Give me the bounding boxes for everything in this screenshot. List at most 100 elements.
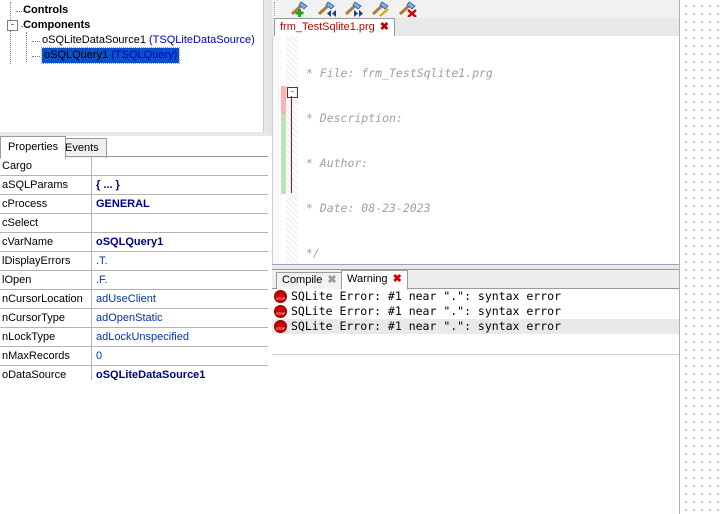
tree-elbow [16, 11, 24, 12]
property-row[interactable]: lDisplayErrors .T. [0, 252, 268, 271]
tree-item-osqlquery1[interactable]: oSQLQuery1 (TSQLQuery) [6, 47, 268, 64]
property-row[interactable]: cVarName oSQLQuery1 [0, 233, 268, 252]
object-tree-panel[interactable]: Controls - Components oSQLiteDataSource1… [0, 0, 268, 132]
property-name: cProcess [0, 195, 92, 213]
stop-icon [274, 290, 287, 307]
stop-icon [274, 320, 287, 337]
tab-label: frm_TestSqlite1.prg [280, 21, 375, 33]
property-value[interactable]: .F. [92, 271, 268, 289]
tab-label: Compile [282, 274, 323, 286]
code-token: * Description: [299, 111, 403, 125]
code-text[interactable]: * File: frm_TestSqlite1.prg * Descriptio… [299, 36, 680, 264]
collapse-box-icon[interactable]: - [7, 19, 18, 31]
property-row[interactable]: nCursorType adOpenStatic [0, 309, 268, 328]
property-row[interactable]: cSelect [0, 214, 268, 233]
editor-toolbar[interactable] [272, 0, 679, 19]
property-value[interactable]: GENERAL [92, 195, 268, 213]
output-tabstrip[interactable]: Compile ✖ Warning ✖ [272, 270, 679, 290]
close-icon[interactable]: ✖ [393, 273, 402, 285]
tab-frm-testsqlite1-prg[interactable]: frm_TestSqlite1.prg ✖ [274, 18, 395, 38]
property-name: lDisplayErrors [0, 252, 92, 270]
property-row[interactable]: Cargo [0, 157, 268, 176]
tree-item-name: oSQLiteDataSource1 [42, 34, 146, 46]
tab-label: Warning [347, 273, 388, 285]
property-value[interactable]: 0 [92, 347, 268, 365]
property-value[interactable] [92, 157, 268, 175]
tab-properties[interactable]: Properties [0, 136, 67, 159]
code-line: */ [299, 246, 680, 261]
output-message: SQLite Error: #1 near ".": syntax error [291, 319, 562, 333]
tree-node-label: Controls [23, 4, 69, 16]
property-value[interactable] [92, 214, 268, 232]
output-row[interactable]: SQLite Error: #1 near ".": syntax error [272, 304, 679, 322]
output-row[interactable]: SQLite Error: #1 near ".": syntax error [272, 319, 679, 337]
tree-node-components[interactable]: - Components [6, 18, 268, 33]
code-line: * File: frm_TestSqlite1.prg [299, 66, 680, 81]
property-row[interactable]: lOpen .F. [0, 271, 268, 290]
property-name: Cargo [0, 157, 92, 175]
property-tabstrip[interactable]: Properties Events [0, 136, 272, 159]
wand-next-icon[interactable] [344, 1, 366, 17]
output-row[interactable]: SQLite Error: #1 near ".": syntax error [272, 289, 679, 307]
property-value[interactable]: adOpenStatic [92, 309, 268, 327]
close-icon[interactable]: ✖ [327, 274, 336, 286]
object-tree[interactable]: Controls - Components oSQLiteDataSource1… [0, 0, 268, 64]
left-empty-area [0, 380, 272, 514]
property-row[interactable]: nCursorLocation adUseClient [0, 290, 268, 309]
tree-elbow [21, 26, 25, 27]
tree-node-controls[interactable]: Controls [6, 3, 268, 18]
fold-scope-line [291, 96, 292, 193]
property-name: cVarName [0, 233, 92, 251]
left-panel: Controls - Components oSQLiteDataSource1… [0, 0, 272, 514]
property-value[interactable]: .T. [92, 252, 268, 270]
tree-item-selected[interactable]: oSQLQuery1 (TSQLQuery) [40, 47, 181, 64]
editor-fold-margin[interactable] [286, 36, 298, 264]
editor-tabstrip[interactable]: frm_TestSqlite1.prg ✖ [272, 18, 679, 38]
property-name: nCursorType [0, 309, 92, 327]
property-grid[interactable]: Cargo aSQLParams { ... } cProcess GENERA… [0, 156, 268, 385]
tree-item-type: (TSQLiteDataSource) [149, 34, 255, 46]
property-row[interactable]: nMaxRecords 0 [0, 347, 268, 366]
code-editor[interactable]: - * File: frm_TestSqlite1.prg * Descript… [272, 36, 680, 264]
property-name: nLockType [0, 328, 92, 346]
stop-icon [274, 305, 287, 322]
tab-compile[interactable]: Compile ✖ [276, 272, 343, 289]
code-line: * Description: [299, 111, 680, 126]
property-value[interactable]: oSQLQuery1 [92, 233, 268, 251]
property-value[interactable]: adLockUnspecified [92, 328, 268, 346]
property-row[interactable]: aSQLParams { ... } [0, 176, 268, 195]
toolbar-grip[interactable] [274, 2, 278, 16]
property-row[interactable]: cProcess GENERAL [0, 195, 268, 214]
wand-edit-icon[interactable] [371, 1, 393, 17]
wand-delete-icon[interactable] [398, 1, 420, 17]
close-icon[interactable]: ✖ [380, 21, 389, 33]
tree-node-label: Components [23, 19, 91, 31]
property-name: nCursorLocation [0, 290, 92, 308]
tree-item-name: oSQLQuery1 [44, 49, 109, 61]
tree-item-osqlitedatasource1[interactable]: oSQLiteDataSource1 (TSQLiteDataSource) [6, 33, 268, 48]
tree-item-type: (TSQLQuery) [111, 49, 178, 61]
property-name: cSelect [0, 214, 92, 232]
tree-expander-components[interactable]: - [6, 18, 20, 33]
property-value[interactable]: adUseClient [92, 290, 268, 308]
property-value[interactable]: { ... } [92, 176, 268, 194]
code-line: * Date: 08-23-2023 [299, 201, 680, 216]
output-message: SQLite Error: #1 near ".": syntax error [291, 289, 562, 303]
output-message: SQLite Error: #1 near ".": syntax error [291, 304, 562, 318]
property-row[interactable]: nLockType adLockUnspecified [0, 328, 268, 347]
code-token: * File: frm_TestSqlite1.prg [299, 66, 493, 80]
output-panel: Compile ✖ Warning ✖ SQLite Error: #1 near … [272, 269, 679, 355]
wand-add-icon[interactable] [290, 1, 312, 17]
app-window: Controls - Components oSQLiteDataSource1… [0, 0, 725, 514]
wand-prev-icon[interactable] [317, 1, 339, 17]
code-token: * Date: 08-23-2023 [299, 201, 431, 215]
property-name: aSQLParams [0, 176, 92, 194]
editor-left-margin [273, 36, 281, 264]
fold-collapse-icon[interactable]: - [287, 87, 298, 98]
tree-elbow [32, 56, 40, 57]
code-line: * Author: [299, 156, 680, 171]
property-name: lOpen [0, 271, 92, 289]
tab-warning[interactable]: Warning ✖ [341, 270, 408, 290]
form-designer-grid[interactable] [679, 0, 725, 514]
output-message-list[interactable]: SQLite Error: #1 near ".": syntax error … [272, 289, 679, 355]
